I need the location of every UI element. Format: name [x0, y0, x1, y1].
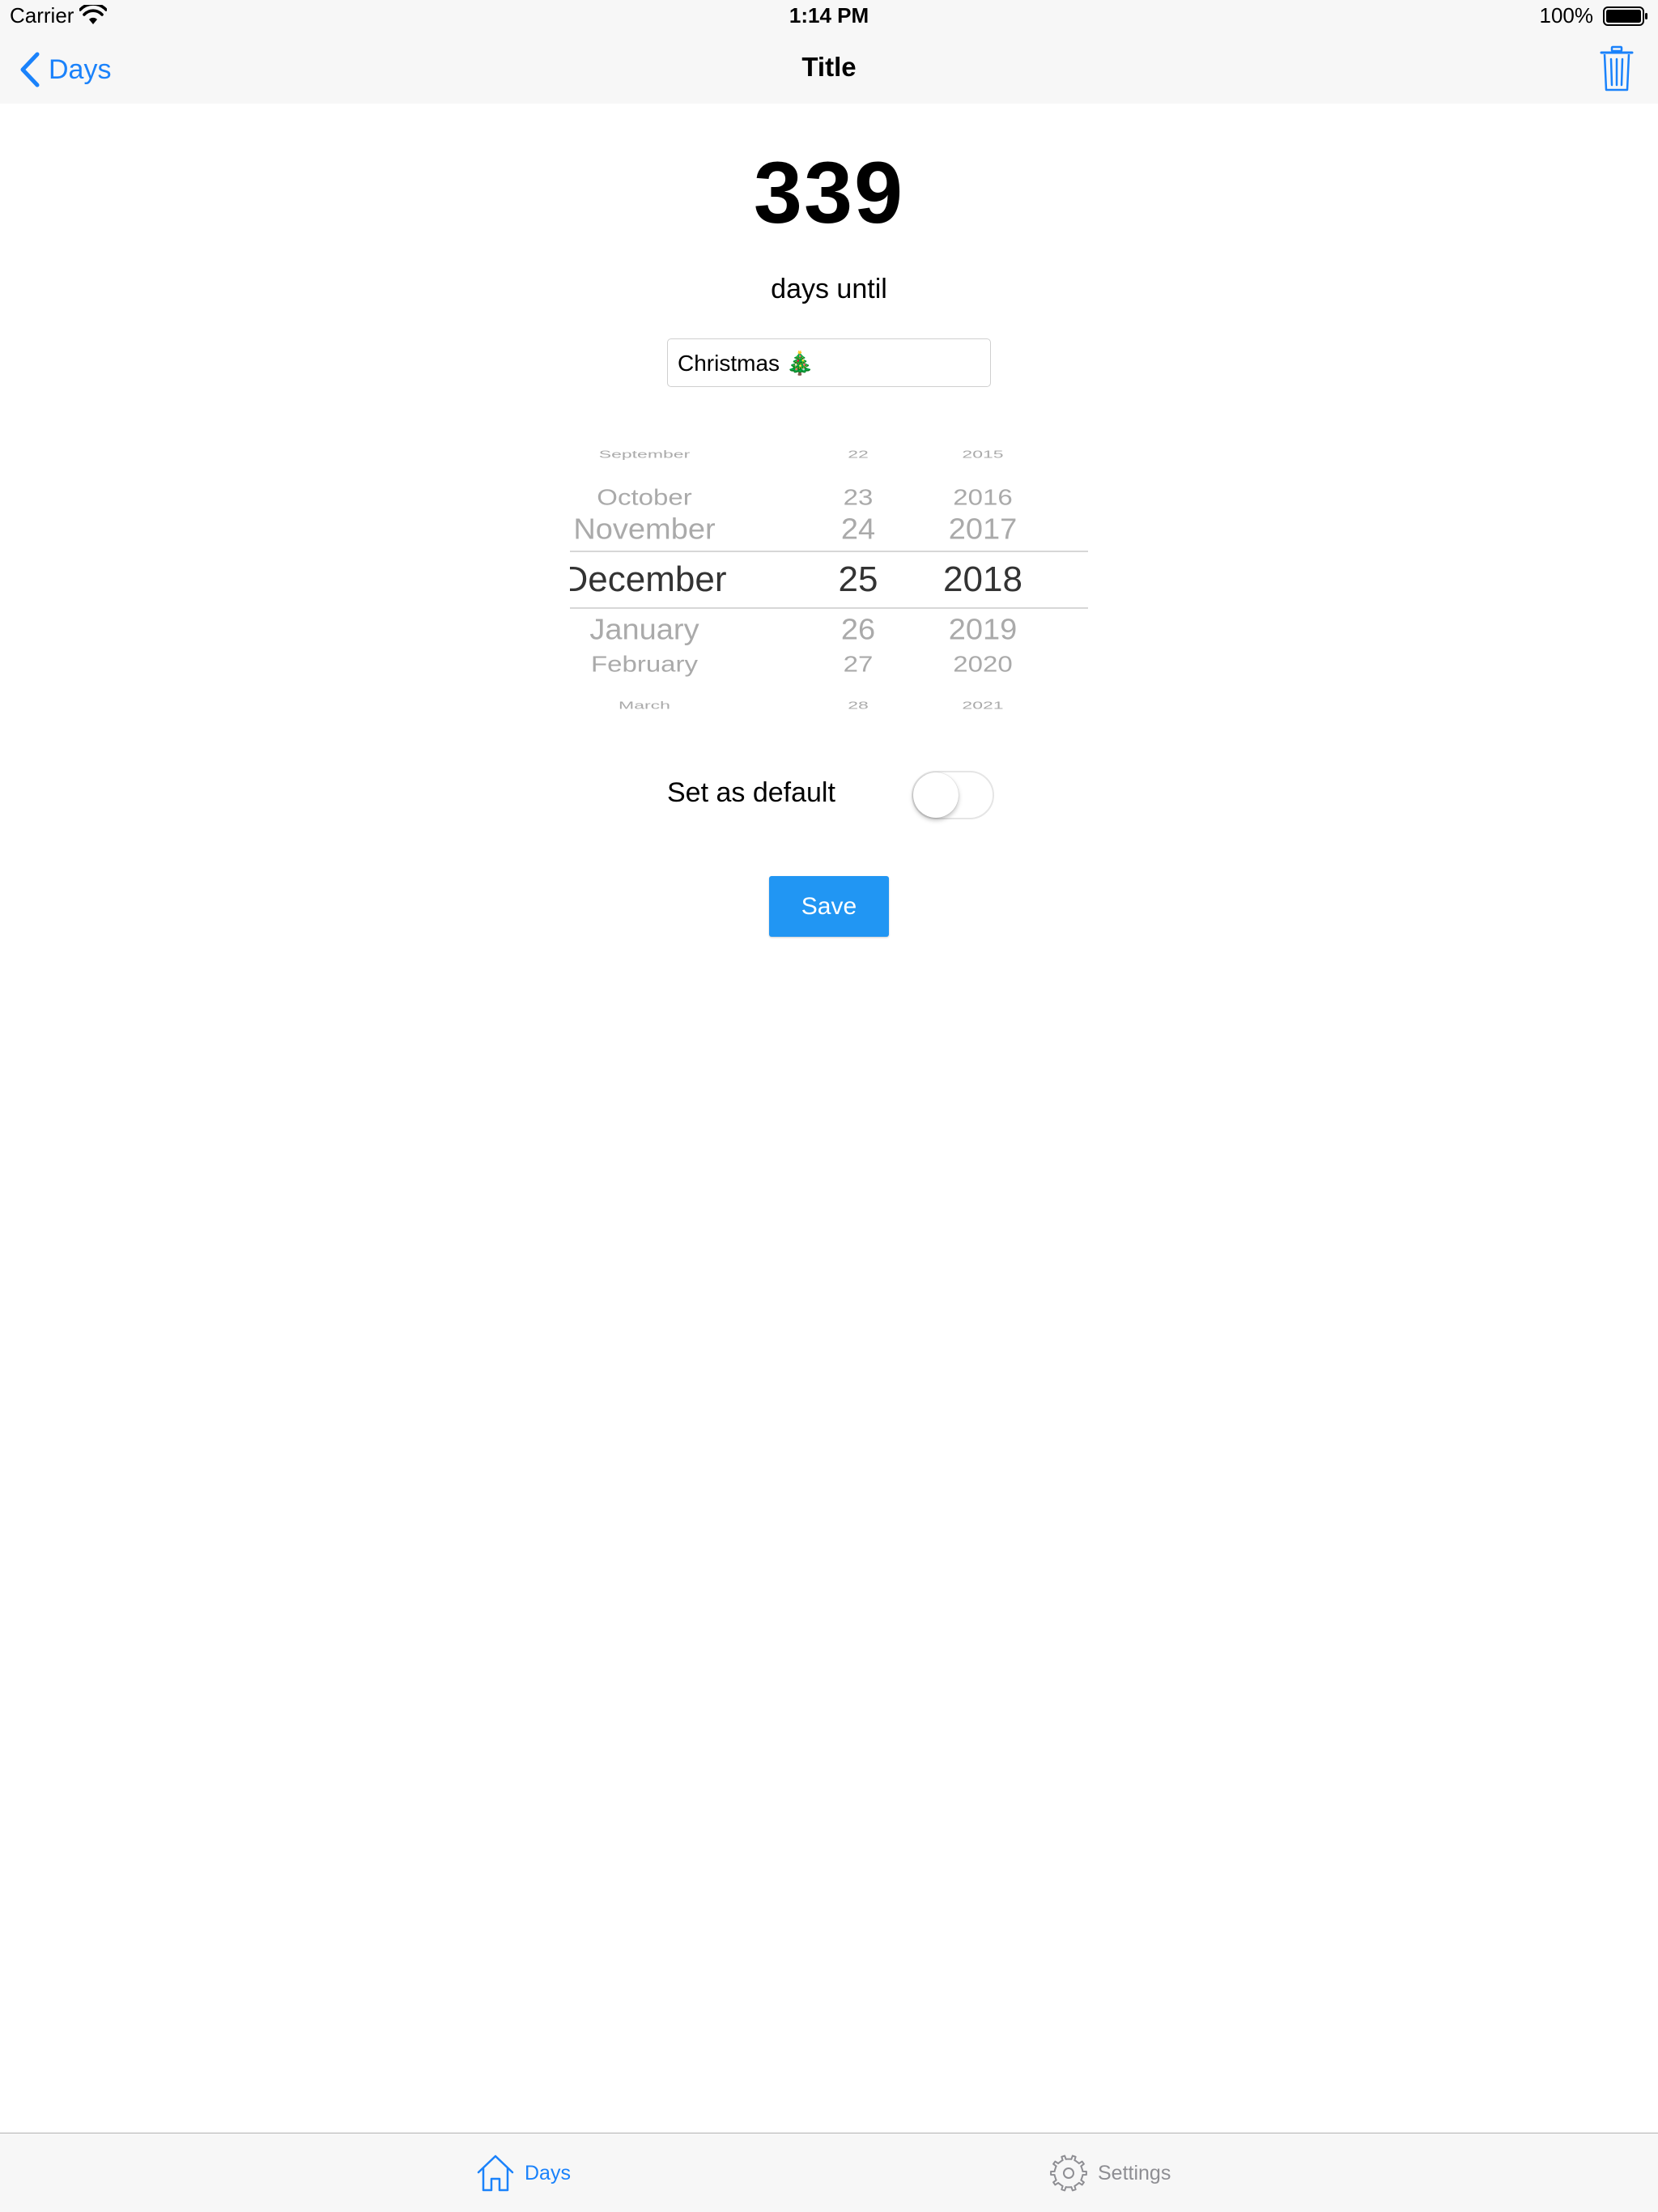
status-time: 1:14 PM: [789, 3, 869, 28]
picker-year-option[interactable]: 2016: [878, 485, 1088, 508]
save-button[interactable]: Save: [769, 876, 889, 937]
picker-month-option[interactable]: October: [570, 485, 750, 508]
page-title: Title: [801, 52, 857, 82]
tab-days-label: Days: [525, 2161, 571, 2184]
tab-settings[interactable]: Settings: [1049, 2151, 1171, 2195]
trash-icon[interactable]: [1600, 45, 1634, 92]
toggle-knob: [913, 772, 959, 818]
screen: Carrier 1:14 PM 100% Days Title 339 days…: [0, 0, 1658, 2212]
picker-year-option[interactable]: 2017: [878, 515, 1088, 544]
picker-month-option[interactable]: December: [570, 562, 750, 598]
picker-year-option[interactable]: 2021: [878, 700, 1088, 711]
days-count: 339: [753, 143, 905, 241]
battery-icon: [1603, 6, 1647, 26]
set-default-toggle[interactable]: [912, 771, 994, 819]
picker-year-option[interactable]: 2015: [878, 449, 1088, 460]
status-bar: Carrier 1:14 PM 100%: [0, 0, 1658, 36]
tab-settings-label: Settings: [1098, 2161, 1171, 2184]
event-name-field[interactable]: [667, 338, 991, 387]
picker-selection-line-top: [570, 551, 1088, 552]
days-until-label: days until: [771, 274, 887, 304]
picker-selection-line-bottom: [570, 607, 1088, 609]
picker-month-option[interactable]: November: [570, 515, 750, 544]
set-default-label: Set as default: [667, 777, 835, 808]
battery-percentage: 100%: [1539, 3, 1594, 28]
picker-year-option[interactable]: 2020: [878, 652, 1088, 674]
picker-month-option[interactable]: March: [570, 700, 750, 711]
picker-month-option[interactable]: September: [570, 449, 750, 460]
picker-month-option[interactable]: January: [570, 615, 750, 644]
tab-bar: Days Settings: [0, 2133, 1658, 2212]
gear-icon: [1050, 2155, 1087, 2192]
picker-year-option[interactable]: 2018: [878, 562, 1088, 598]
home-icon: [477, 2155, 514, 2192]
navigation-bar: Days Title: [0, 36, 1658, 104]
tab-days[interactable]: Days: [476, 2151, 571, 2195]
picker-year-option[interactable]: 2019: [878, 615, 1088, 644]
picker-month-option[interactable]: February: [570, 652, 750, 674]
date-picker[interactable]: September October November December January F…: [570, 429, 1088, 724]
